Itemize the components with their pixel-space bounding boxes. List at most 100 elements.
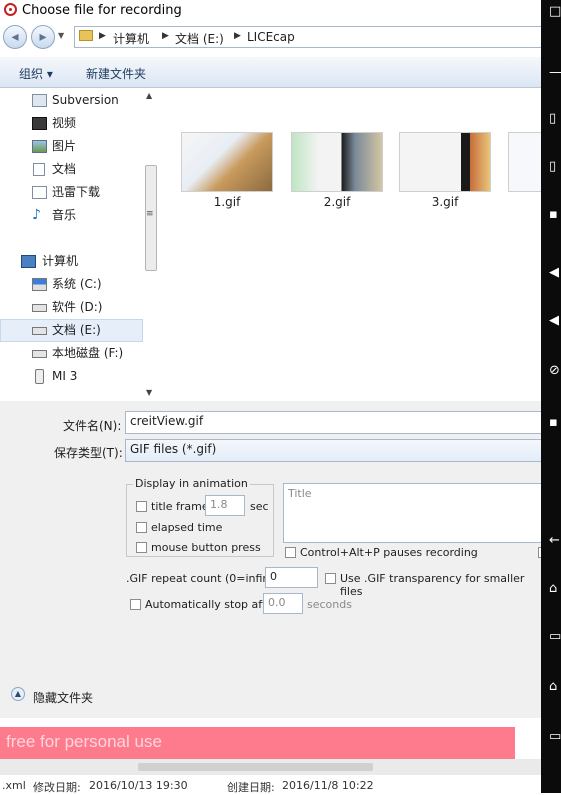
nav-item-subversion[interactable]: Subversion (0, 89, 143, 112)
filetype-value: GIF files (*.gif) (130, 442, 217, 456)
arrow-left-icon: ◂ (11, 29, 19, 45)
breadcrumb-separator-icon: ▶ (234, 31, 241, 41)
mouse-press-checkbox[interactable] (136, 542, 147, 553)
file-item[interactable]: 1.gif (181, 132, 273, 209)
modified-value: 2016/10/13 19:30 (89, 779, 188, 792)
nav-item-xunlei[interactable]: 迅雷下载 (0, 181, 143, 204)
nav-item-documents[interactable]: 文档 (0, 158, 143, 181)
repeat-count-input[interactable]: 0 (265, 567, 318, 588)
save-options-panel: 文件名(N): creitView.gif 保存类型(T): GIF files… (0, 401, 549, 718)
watermark-text: free for personal use (6, 732, 162, 751)
system-drive-icon (32, 278, 47, 291)
music-icon: ♪ (32, 207, 41, 223)
title-frame-label: title frame: (151, 500, 213, 513)
folder-icon (79, 30, 93, 41)
folder-icon (32, 186, 47, 199)
status-file-ext: .xml (2, 779, 26, 792)
back-button[interactable]: ◂ (3, 25, 27, 49)
overlay-menu-icon[interactable]: ⌂ (549, 680, 557, 694)
breadcrumb-computer[interactable]: 计算机 (113, 30, 149, 47)
nav-item-drive-e[interactable]: 文档 (E:) (0, 319, 143, 342)
nav-item-video[interactable]: 视频 (0, 112, 143, 135)
nav-item-pictures[interactable]: 图片 (0, 135, 143, 158)
filename-value: creitView.gif (130, 414, 204, 428)
file-list-pane: 1.gif 2.gif 3.gif (161, 88, 541, 401)
picture-icon (32, 140, 47, 153)
organize-button[interactable]: 组织 ▾ (19, 65, 53, 82)
drive-icon (32, 327, 47, 335)
hide-folders-label[interactable]: 隐藏文件夹 (33, 689, 93, 706)
file-item[interactable]: 3.gif (399, 132, 491, 209)
title-textarea[interactable]: Title (283, 483, 541, 543)
breadcrumb-separator-icon: ▶ (99, 31, 106, 41)
nav-item-drive-c[interactable]: 系统 (C:) (0, 273, 143, 296)
title-placeholder: Title (288, 487, 312, 500)
overlay-line-icon: — (549, 65, 561, 80)
scroll-down-icon[interactable]: ▼ (146, 388, 152, 397)
breadcrumb-separator-icon: ▶ (162, 31, 169, 41)
gif-thumbnail (399, 132, 491, 192)
recent-locations-dropdown[interactable]: ▼ (58, 31, 64, 40)
overlay-back-icon[interactable]: ← (549, 534, 560, 548)
forward-button[interactable]: ▸ (31, 25, 55, 49)
file-name: 2.gif (323, 195, 351, 209)
video-icon (32, 117, 47, 130)
transparency-checkbox[interactable] (325, 573, 336, 584)
filename-label: 文件名(N): (63, 419, 122, 433)
file-item[interactable]: 2.gif (291, 132, 383, 209)
overlay-volume-icon: ◀ (549, 265, 559, 280)
ctrl-alt-p-label: Control+Alt+P pauses recording (300, 546, 478, 559)
grip-icon: ≡ (146, 209, 154, 219)
gif-thumbnail-partial[interactable] (508, 132, 541, 192)
file-name: 1.gif (213, 195, 241, 209)
watermark-banner: free for personal use (0, 727, 515, 759)
auto-stop-checkbox[interactable] (130, 599, 141, 610)
title-bar: Choose file for recording (0, 0, 541, 22)
new-folder-button[interactable]: 新建文件夹 (86, 65, 146, 82)
horizontal-scrollbar-thumb[interactable] (138, 763, 373, 771)
command-toolbar: 组织 ▾ 新建文件夹 (0, 57, 541, 88)
overlay-menu-icon[interactable]: ▭ (549, 730, 561, 744)
nav-item-drive-f[interactable]: 本地磁盘 (F:) (0, 342, 143, 365)
scroll-up-icon[interactable]: ▲ (146, 91, 152, 100)
auto-stop-unit: seconds (307, 598, 352, 611)
elapsed-time-label: elapsed time (151, 521, 223, 534)
auto-stop-input[interactable]: 0.0 (263, 593, 303, 614)
app-record-icon (4, 3, 17, 16)
details-status-line: .xml 修改日期: 2016/10/13 19:30 创建日期: 2016/1… (0, 779, 561, 794)
title-frame-input[interactable]: 1.8 (205, 495, 245, 516)
display-group-label: Display in animation (133, 477, 250, 490)
breadcrumb-drive-e[interactable]: 文档 (E:) (175, 30, 224, 47)
arrow-right-icon: ▸ (39, 29, 47, 45)
drive-icon (32, 304, 47, 312)
transparency-label: Use .GIF transparency for smaller files (340, 572, 525, 598)
elapsed-time-checkbox[interactable] (136, 522, 147, 533)
nav-item-music[interactable]: ♪ 音乐 (0, 204, 143, 227)
document-icon (33, 163, 45, 176)
ctrl-alt-p-checkbox[interactable] (285, 547, 296, 558)
overlay-box-icon: ▯ (549, 159, 557, 174)
nav-item-drive-d[interactable]: 软件 (D:) (0, 296, 143, 319)
title-frame-checkbox[interactable] (136, 501, 147, 512)
address-bar[interactable]: ▶ 计算机 ▶ 文档 (E:) ▶ LICEcap (74, 26, 541, 48)
repeat-count-value: 0 (270, 570, 277, 583)
overlay-block-icon: ▪ (549, 207, 558, 222)
nav-item-mi3[interactable]: MI 3 (0, 365, 143, 388)
overlay-block-icon: ▪ (549, 415, 558, 430)
nav-item-computer[interactable]: 计算机 (0, 250, 143, 273)
created-value: 2016/11/8 10:22 (282, 779, 374, 792)
title-frame-unit: sec (250, 500, 269, 513)
auto-stop-value: 0.0 (268, 596, 286, 609)
filetype-select[interactable]: GIF files (*.gif) (125, 439, 541, 462)
overlay-recents-icon[interactable]: ▭ (549, 630, 561, 644)
hide-folders-toggle[interactable]: ▲ (11, 687, 25, 701)
computer-icon (21, 255, 36, 268)
gif-thumbnail (181, 132, 273, 192)
address-row: ◂ ▸ ▼ ▶ 计算机 ▶ 文档 (E:) ▶ LICEcap (0, 22, 541, 54)
chevron-up-icon: ▲ (14, 689, 22, 698)
overlay-home-icon[interactable]: ⌂ (549, 582, 557, 596)
filename-input[interactable]: creitView.gif (125, 411, 541, 434)
overlay-box-icon: ▯ (549, 111, 557, 126)
window-title: Choose file for recording (22, 3, 182, 18)
breadcrumb-licecap[interactable]: LICEcap (247, 30, 295, 44)
